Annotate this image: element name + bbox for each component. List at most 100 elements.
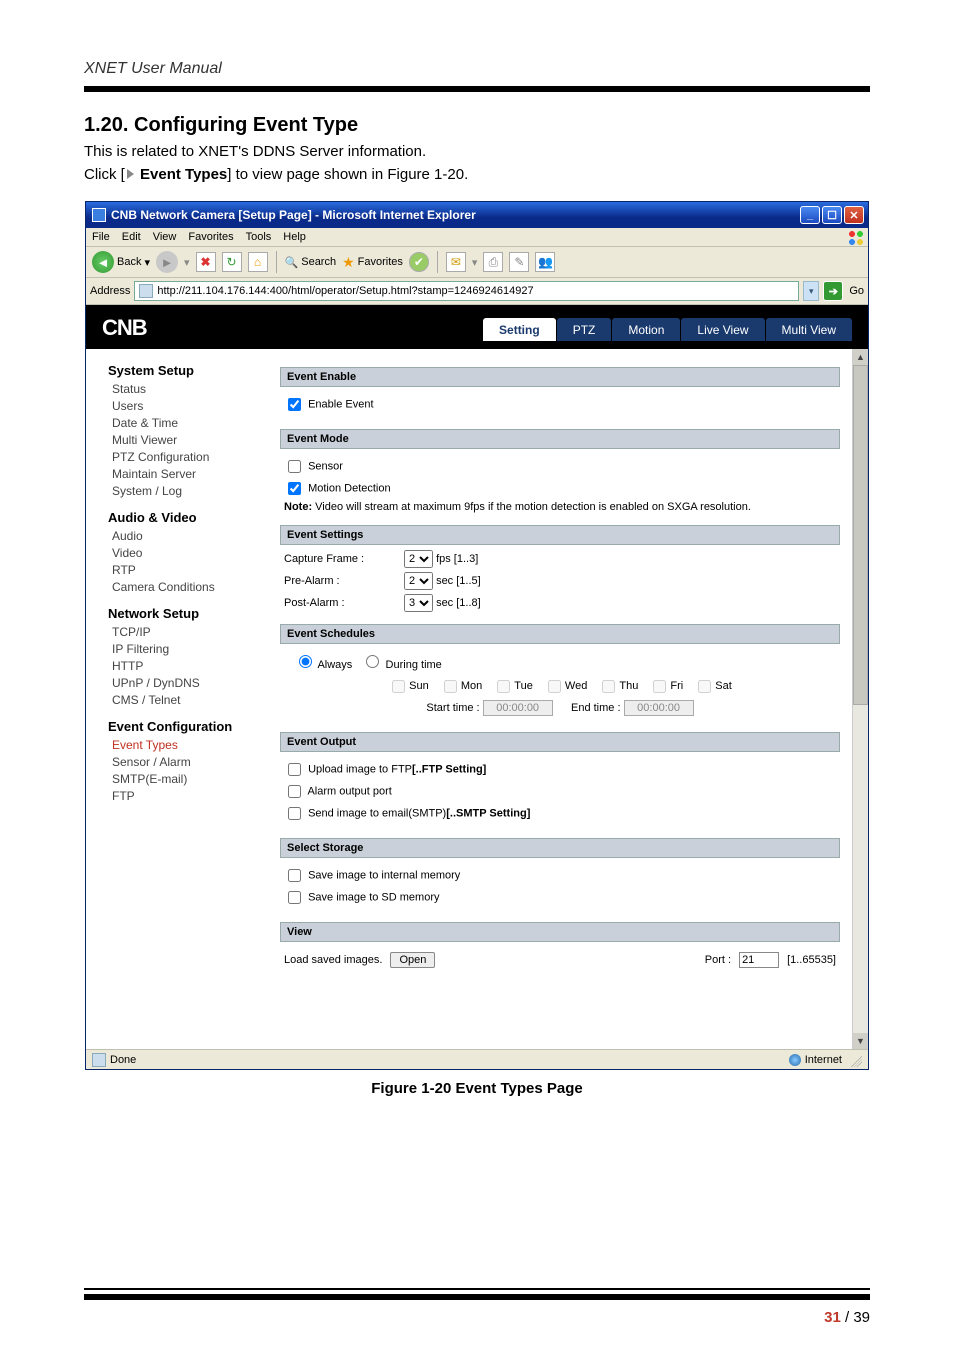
sidebar-item-status[interactable]: Status: [112, 382, 266, 396]
sidebar-item-users[interactable]: Users: [112, 399, 266, 413]
tab-setting[interactable]: Setting: [483, 318, 556, 341]
stop-button[interactable]: ✖: [196, 252, 216, 272]
sidebar-item-sensor-alarm[interactable]: Sensor / Alarm: [112, 755, 266, 769]
resize-grip-icon[interactable]: [848, 1053, 862, 1067]
search-button[interactable]: 🔍 Search: [285, 256, 337, 269]
sidebar-group-av: Audio & Video: [108, 510, 266, 525]
menu-view[interactable]: View: [153, 231, 177, 243]
always-radio[interactable]: [299, 655, 312, 668]
tab-motion[interactable]: Motion: [612, 318, 680, 341]
sidebar-item-upnp-dyndns[interactable]: UPnP / DynDNS: [112, 676, 266, 690]
menu-edit[interactable]: Edit: [122, 231, 141, 243]
start-time-input[interactable]: [483, 700, 553, 716]
day-thu[interactable]: Thu: [598, 680, 638, 692]
status-internet: Internet: [805, 1054, 842, 1066]
enable-event-row[interactable]: Enable Event: [284, 395, 836, 414]
sidebar-item-smtp[interactable]: SMTP(E-mail): [112, 772, 266, 786]
refresh-button[interactable]: ↻: [222, 252, 242, 272]
toolbar-separator: [276, 251, 277, 273]
out-ftp-checkbox[interactable]: [288, 763, 301, 776]
day-fri[interactable]: Fri: [649, 680, 683, 692]
back-button[interactable]: ◄ Back ▾: [92, 251, 150, 273]
always-radio-row[interactable]: Always: [294, 659, 355, 671]
out-alarm-row[interactable]: Alarm output port: [284, 782, 836, 801]
sidebar-item-multi-viewer[interactable]: Multi Viewer: [112, 433, 266, 447]
menu-tools[interactable]: Tools: [246, 231, 272, 243]
port-label: Port :: [705, 954, 731, 966]
mail-button[interactable]: ✉: [446, 252, 466, 272]
day-tue[interactable]: Tue: [493, 680, 533, 692]
st-sd-row[interactable]: Save image to SD memory: [284, 888, 836, 907]
out-smtp-label: Send image to email(SMTP): [308, 807, 446, 819]
sidebar-item-tcpip[interactable]: TCP/IP: [112, 625, 266, 639]
st-sd-checkbox[interactable]: [288, 891, 301, 904]
day-mon[interactable]: Mon: [440, 680, 482, 692]
open-button[interactable]: Open: [390, 952, 435, 968]
out-smtp-checkbox[interactable]: [288, 807, 301, 820]
menu-favorites[interactable]: Favorites: [188, 231, 233, 243]
page-icon: [139, 284, 153, 298]
tab-ptz[interactable]: PTZ: [557, 318, 612, 341]
motion-row[interactable]: Motion Detection: [284, 479, 836, 498]
close-button[interactable]: ✕: [844, 206, 864, 224]
discuss-button[interactable]: 👥: [535, 252, 555, 272]
motion-checkbox[interactable]: [288, 482, 301, 495]
sidebar-item-ip-filtering[interactable]: IP Filtering: [112, 642, 266, 656]
tab-multi-view[interactable]: Multi View: [766, 318, 852, 341]
print-button[interactable]: ⎙: [483, 252, 503, 272]
out-ftp-link[interactable]: [..FTP Setting]: [412, 763, 486, 775]
enable-event-checkbox[interactable]: [288, 398, 301, 411]
edit-button[interactable]: ✎: [509, 252, 529, 272]
out-ftp-row[interactable]: Upload image to FTP[..FTP Setting]: [284, 760, 836, 779]
day-sat[interactable]: Sat: [694, 680, 732, 692]
sidebar-item-ftp[interactable]: FTP: [112, 789, 266, 803]
postalarm-select[interactable]: 3: [404, 594, 433, 612]
prealarm-select[interactable]: 2: [404, 572, 433, 590]
address-field[interactable]: http://211.104.176.144:400/html/operator…: [134, 281, 799, 301]
search-icon: 🔍: [285, 256, 299, 269]
sidebar-item-audio[interactable]: Audio: [112, 529, 266, 543]
sidebar-item-cms-telnet[interactable]: CMS / Telnet: [112, 693, 266, 707]
menu-file[interactable]: File: [92, 231, 110, 243]
sidebar-item-system-log[interactable]: System / Log: [112, 484, 266, 498]
st-internal-checkbox[interactable]: [288, 869, 301, 882]
maximize-button[interactable]: ☐: [822, 206, 842, 224]
sidebar-item-camera-cond[interactable]: Camera Conditions: [112, 580, 266, 594]
favorites-button[interactable]: ★ Favorites: [342, 254, 403, 271]
minimize-button[interactable]: _: [800, 206, 820, 224]
scroll-track[interactable]: [853, 705, 868, 1033]
out-alarm-checkbox[interactable]: [288, 785, 301, 798]
scroll-thumb[interactable]: [853, 365, 868, 705]
address-dropdown[interactable]: ▾: [803, 281, 819, 301]
sensor-checkbox[interactable]: [288, 460, 301, 473]
during-radio-row[interactable]: During time: [361, 659, 441, 671]
sidebar-item-rtp[interactable]: RTP: [112, 563, 266, 577]
sidebar-item-event-types[interactable]: Event Types: [112, 738, 266, 752]
sidebar-item-ptz-config[interactable]: PTZ Configuration: [112, 450, 266, 464]
sidebar-group-network: Network Setup: [108, 606, 266, 621]
forward-button[interactable]: ►: [156, 251, 178, 273]
home-button[interactable]: ⌂: [248, 252, 268, 272]
out-smtp-link[interactable]: [..SMTP Setting]: [446, 807, 530, 819]
scroll-up-icon[interactable]: ▲: [853, 349, 868, 365]
tab-live-view[interactable]: Live View: [681, 318, 764, 341]
day-sun[interactable]: Sun: [388, 680, 429, 692]
header-rule: [84, 86, 870, 92]
sidebar-item-date-time[interactable]: Date & Time: [112, 416, 266, 430]
during-radio[interactable]: [366, 655, 379, 668]
end-time-input[interactable]: [624, 700, 694, 716]
history-button[interactable]: ✔: [409, 252, 429, 272]
vertical-scrollbar[interactable]: ▲ ▼: [852, 349, 868, 1049]
go-button[interactable]: ➔: [823, 281, 843, 301]
sidebar-item-video[interactable]: Video: [112, 546, 266, 560]
out-smtp-row[interactable]: Send image to email(SMTP)[..SMTP Setting…: [284, 804, 836, 823]
day-wed[interactable]: Wed: [544, 680, 587, 692]
sidebar-item-http[interactable]: HTTP: [112, 659, 266, 673]
capture-select[interactable]: 2: [404, 550, 433, 568]
menu-help[interactable]: Help: [283, 231, 306, 243]
scroll-down-icon[interactable]: ▼: [853, 1033, 868, 1049]
st-internal-row[interactable]: Save image to internal memory: [284, 866, 836, 885]
sensor-row[interactable]: Sensor: [284, 457, 836, 476]
sidebar-item-maintain-server[interactable]: Maintain Server: [112, 467, 266, 481]
port-input[interactable]: [739, 952, 779, 968]
